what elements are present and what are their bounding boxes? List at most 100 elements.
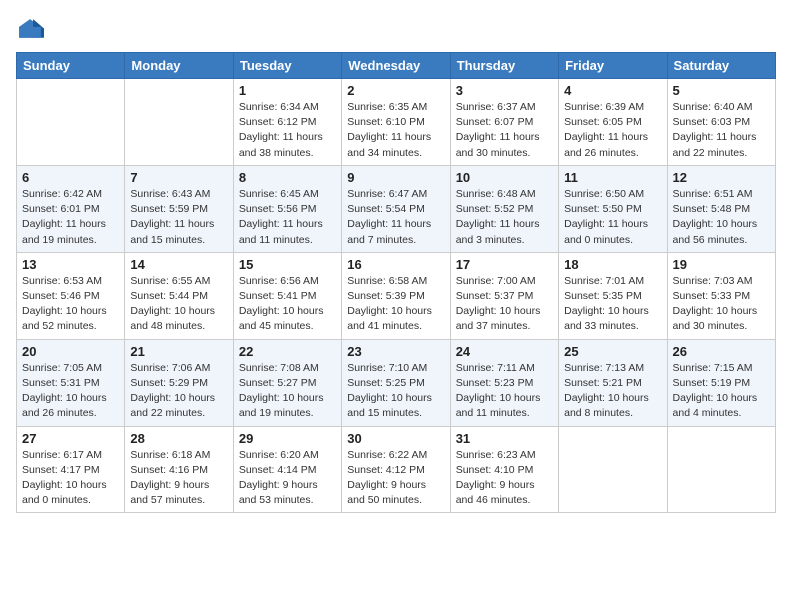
calendar-cell: 27 Sunrise: 6:17 AM Sunset: 4:17 PM Dayli… <box>17 426 125 513</box>
day-info: Sunrise: 6:51 AM Sunset: 5:48 PM Dayligh… <box>673 187 770 248</box>
calendar-cell: 9Sunrise: 6:47 AM Sunset: 5:54 PM Daylig… <box>342 165 450 252</box>
calendar-cell: 10 Sunrise: 6:48 AM Sunset: 5:52 PM Dayli… <box>450 165 558 252</box>
calendar-cell: 24 Sunrise: 7:11 AM Sunset: 5:23 PM Dayli… <box>450 339 558 426</box>
day-number: 13 <box>22 257 119 272</box>
calendar-cell: 16Sunrise: 6:58 AM Sunset: 5:39 PM Dayli… <box>342 252 450 339</box>
day-number: 23 <box>347 344 444 359</box>
day-info: Sunrise: 6:40 AM Sunset: 6:03 PM Dayligh… <box>673 100 770 161</box>
calendar-cell <box>125 79 233 166</box>
day-number: 21 <box>130 344 227 359</box>
day-info: Sunrise: 6:42 AM Sunset: 6:01 PM Dayligh… <box>22 187 119 248</box>
day-number: 25 <box>564 344 661 359</box>
page-header <box>16 16 776 44</box>
day-info: Sunrise: 6:39 AM Sunset: 6:05 PM Dayligh… <box>564 100 661 161</box>
day-number: 11 <box>564 170 661 185</box>
logo <box>16 16 48 44</box>
day-number: 27 <box>22 431 119 446</box>
calendar-cell: 31 Sunrise: 6:23 AM Sunset: 4:10 PM Dayli… <box>450 426 558 513</box>
day-info: Sunrise: 6:50 AM Sunset: 5:50 PM Dayligh… <box>564 187 661 248</box>
calendar-cell: 23 Sunrise: 7:10 AM Sunset: 5:25 PM Dayli… <box>342 339 450 426</box>
day-info: Sunrise: 6:34 AM Sunset: 6:12 PM Dayligh… <box>239 100 336 161</box>
calendar-cell: 8Sunrise: 6:45 AM Sunset: 5:56 PM Daylig… <box>233 165 341 252</box>
day-info: Sunrise: 6:20 AM Sunset: 4:14 PM Dayligh… <box>239 448 336 509</box>
day-number: 30 <box>347 431 444 446</box>
calendar-cell: 4 Sunrise: 6:39 AM Sunset: 6:05 PM Daylig… <box>559 79 667 166</box>
day-info: Sunrise: 6:35 AM Sunset: 6:10 PM Dayligh… <box>347 100 444 161</box>
day-number: 22 <box>239 344 336 359</box>
day-info: Sunrise: 7:13 AM Sunset: 5:21 PM Dayligh… <box>564 361 661 422</box>
calendar-table: SundayMondayTuesdayWednesdayThursdayFrid… <box>16 52 776 513</box>
calendar-cell: 30 Sunrise: 6:22 AM Sunset: 4:12 PM Dayli… <box>342 426 450 513</box>
day-number: 17 <box>456 257 553 272</box>
day-number: 18 <box>564 257 661 272</box>
calendar-cell <box>667 426 775 513</box>
day-info: Sunrise: 6:53 AM Sunset: 5:46 PM Dayligh… <box>22 274 119 335</box>
day-info: Sunrise: 6:23 AM Sunset: 4:10 PM Dayligh… <box>456 448 553 509</box>
day-number: 9 <box>347 170 444 185</box>
day-number: 7 <box>130 170 227 185</box>
weekday-header: Monday <box>125 53 233 79</box>
day-number: 31 <box>456 431 553 446</box>
calendar-cell: 22 Sunrise: 7:08 AM Sunset: 5:27 PM Dayli… <box>233 339 341 426</box>
day-number: 6 <box>22 170 119 185</box>
day-info: Sunrise: 7:06 AM Sunset: 5:29 PM Dayligh… <box>130 361 227 422</box>
day-info: Sunrise: 7:05 AM Sunset: 5:31 PM Dayligh… <box>22 361 119 422</box>
calendar-cell: 20 Sunrise: 7:05 AM Sunset: 5:31 PM Dayli… <box>17 339 125 426</box>
calendar-cell: 18Sunrise: 7:01 AM Sunset: 5:35 PM Dayli… <box>559 252 667 339</box>
day-info: Sunrise: 7:03 AM Sunset: 5:33 PM Dayligh… <box>673 274 770 335</box>
calendar-cell: 5 Sunrise: 6:40 AM Sunset: 6:03 PM Daylig… <box>667 79 775 166</box>
calendar-cell: 21 Sunrise: 7:06 AM Sunset: 5:29 PM Dayli… <box>125 339 233 426</box>
calendar-cell: 2Sunrise: 6:35 AM Sunset: 6:10 PM Daylig… <box>342 79 450 166</box>
calendar-week-row: 1Sunrise: 6:34 AM Sunset: 6:12 PM Daylig… <box>17 79 776 166</box>
day-number: 5 <box>673 83 770 98</box>
calendar-header-row: SundayMondayTuesdayWednesdayThursdayFrid… <box>17 53 776 79</box>
calendar-week-row: 27 Sunrise: 6:17 AM Sunset: 4:17 PM Dayli… <box>17 426 776 513</box>
weekday-header: Wednesday <box>342 53 450 79</box>
day-info: Sunrise: 7:11 AM Sunset: 5:23 PM Dayligh… <box>456 361 553 422</box>
day-number: 12 <box>673 170 770 185</box>
day-info: Sunrise: 6:17 AM Sunset: 4:17 PM Dayligh… <box>22 448 119 509</box>
day-number: 14 <box>130 257 227 272</box>
day-info: Sunrise: 7:08 AM Sunset: 5:27 PM Dayligh… <box>239 361 336 422</box>
calendar-cell: 19 Sunrise: 7:03 AM Sunset: 5:33 PM Dayli… <box>667 252 775 339</box>
calendar-cell: 26Sunrise: 7:15 AM Sunset: 5:19 PM Dayli… <box>667 339 775 426</box>
day-number: 24 <box>456 344 553 359</box>
weekday-header: Sunday <box>17 53 125 79</box>
day-number: 10 <box>456 170 553 185</box>
day-number: 28 <box>130 431 227 446</box>
day-info: Sunrise: 6:56 AM Sunset: 5:41 PM Dayligh… <box>239 274 336 335</box>
day-number: 8 <box>239 170 336 185</box>
day-info: Sunrise: 6:22 AM Sunset: 4:12 PM Dayligh… <box>347 448 444 509</box>
calendar-cell: 11 Sunrise: 6:50 AM Sunset: 5:50 PM Dayli… <box>559 165 667 252</box>
calendar-cell: 3Sunrise: 6:37 AM Sunset: 6:07 PM Daylig… <box>450 79 558 166</box>
day-info: Sunrise: 7:10 AM Sunset: 5:25 PM Dayligh… <box>347 361 444 422</box>
day-number: 4 <box>564 83 661 98</box>
calendar-cell: 14 Sunrise: 6:55 AM Sunset: 5:44 PM Dayli… <box>125 252 233 339</box>
calendar-cell: 15 Sunrise: 6:56 AM Sunset: 5:41 PM Dayli… <box>233 252 341 339</box>
day-number: 20 <box>22 344 119 359</box>
day-number: 15 <box>239 257 336 272</box>
weekday-header: Thursday <box>450 53 558 79</box>
calendar-cell: 25 Sunrise: 7:13 AM Sunset: 5:21 PM Dayli… <box>559 339 667 426</box>
day-info: Sunrise: 6:18 AM Sunset: 4:16 PM Dayligh… <box>130 448 227 509</box>
weekday-header: Tuesday <box>233 53 341 79</box>
calendar-cell: 17 Sunrise: 7:00 AM Sunset: 5:37 PM Dayli… <box>450 252 558 339</box>
day-info: Sunrise: 7:00 AM Sunset: 5:37 PM Dayligh… <box>456 274 553 335</box>
calendar-cell: 7 Sunrise: 6:43 AM Sunset: 5:59 PM Daylig… <box>125 165 233 252</box>
logo-icon <box>16 16 44 44</box>
day-number: 3 <box>456 83 553 98</box>
calendar-cell <box>559 426 667 513</box>
day-number: 16 <box>347 257 444 272</box>
day-number: 29 <box>239 431 336 446</box>
day-number: 19 <box>673 257 770 272</box>
calendar-cell: 6 Sunrise: 6:42 AM Sunset: 6:01 PM Daylig… <box>17 165 125 252</box>
calendar-cell: 12 Sunrise: 6:51 AM Sunset: 5:48 PM Dayli… <box>667 165 775 252</box>
day-info: Sunrise: 6:48 AM Sunset: 5:52 PM Dayligh… <box>456 187 553 248</box>
calendar-cell: 28 Sunrise: 6:18 AM Sunset: 4:16 PM Dayli… <box>125 426 233 513</box>
calendar-cell: 29 Sunrise: 6:20 AM Sunset: 4:14 PM Dayli… <box>233 426 341 513</box>
calendar-cell: 1Sunrise: 6:34 AM Sunset: 6:12 PM Daylig… <box>233 79 341 166</box>
day-info: Sunrise: 6:43 AM Sunset: 5:59 PM Dayligh… <box>130 187 227 248</box>
day-info: Sunrise: 6:55 AM Sunset: 5:44 PM Dayligh… <box>130 274 227 335</box>
calendar-week-row: 6 Sunrise: 6:42 AM Sunset: 6:01 PM Daylig… <box>17 165 776 252</box>
page-container: SundayMondayTuesdayWednesdayThursdayFrid… <box>0 0 792 523</box>
